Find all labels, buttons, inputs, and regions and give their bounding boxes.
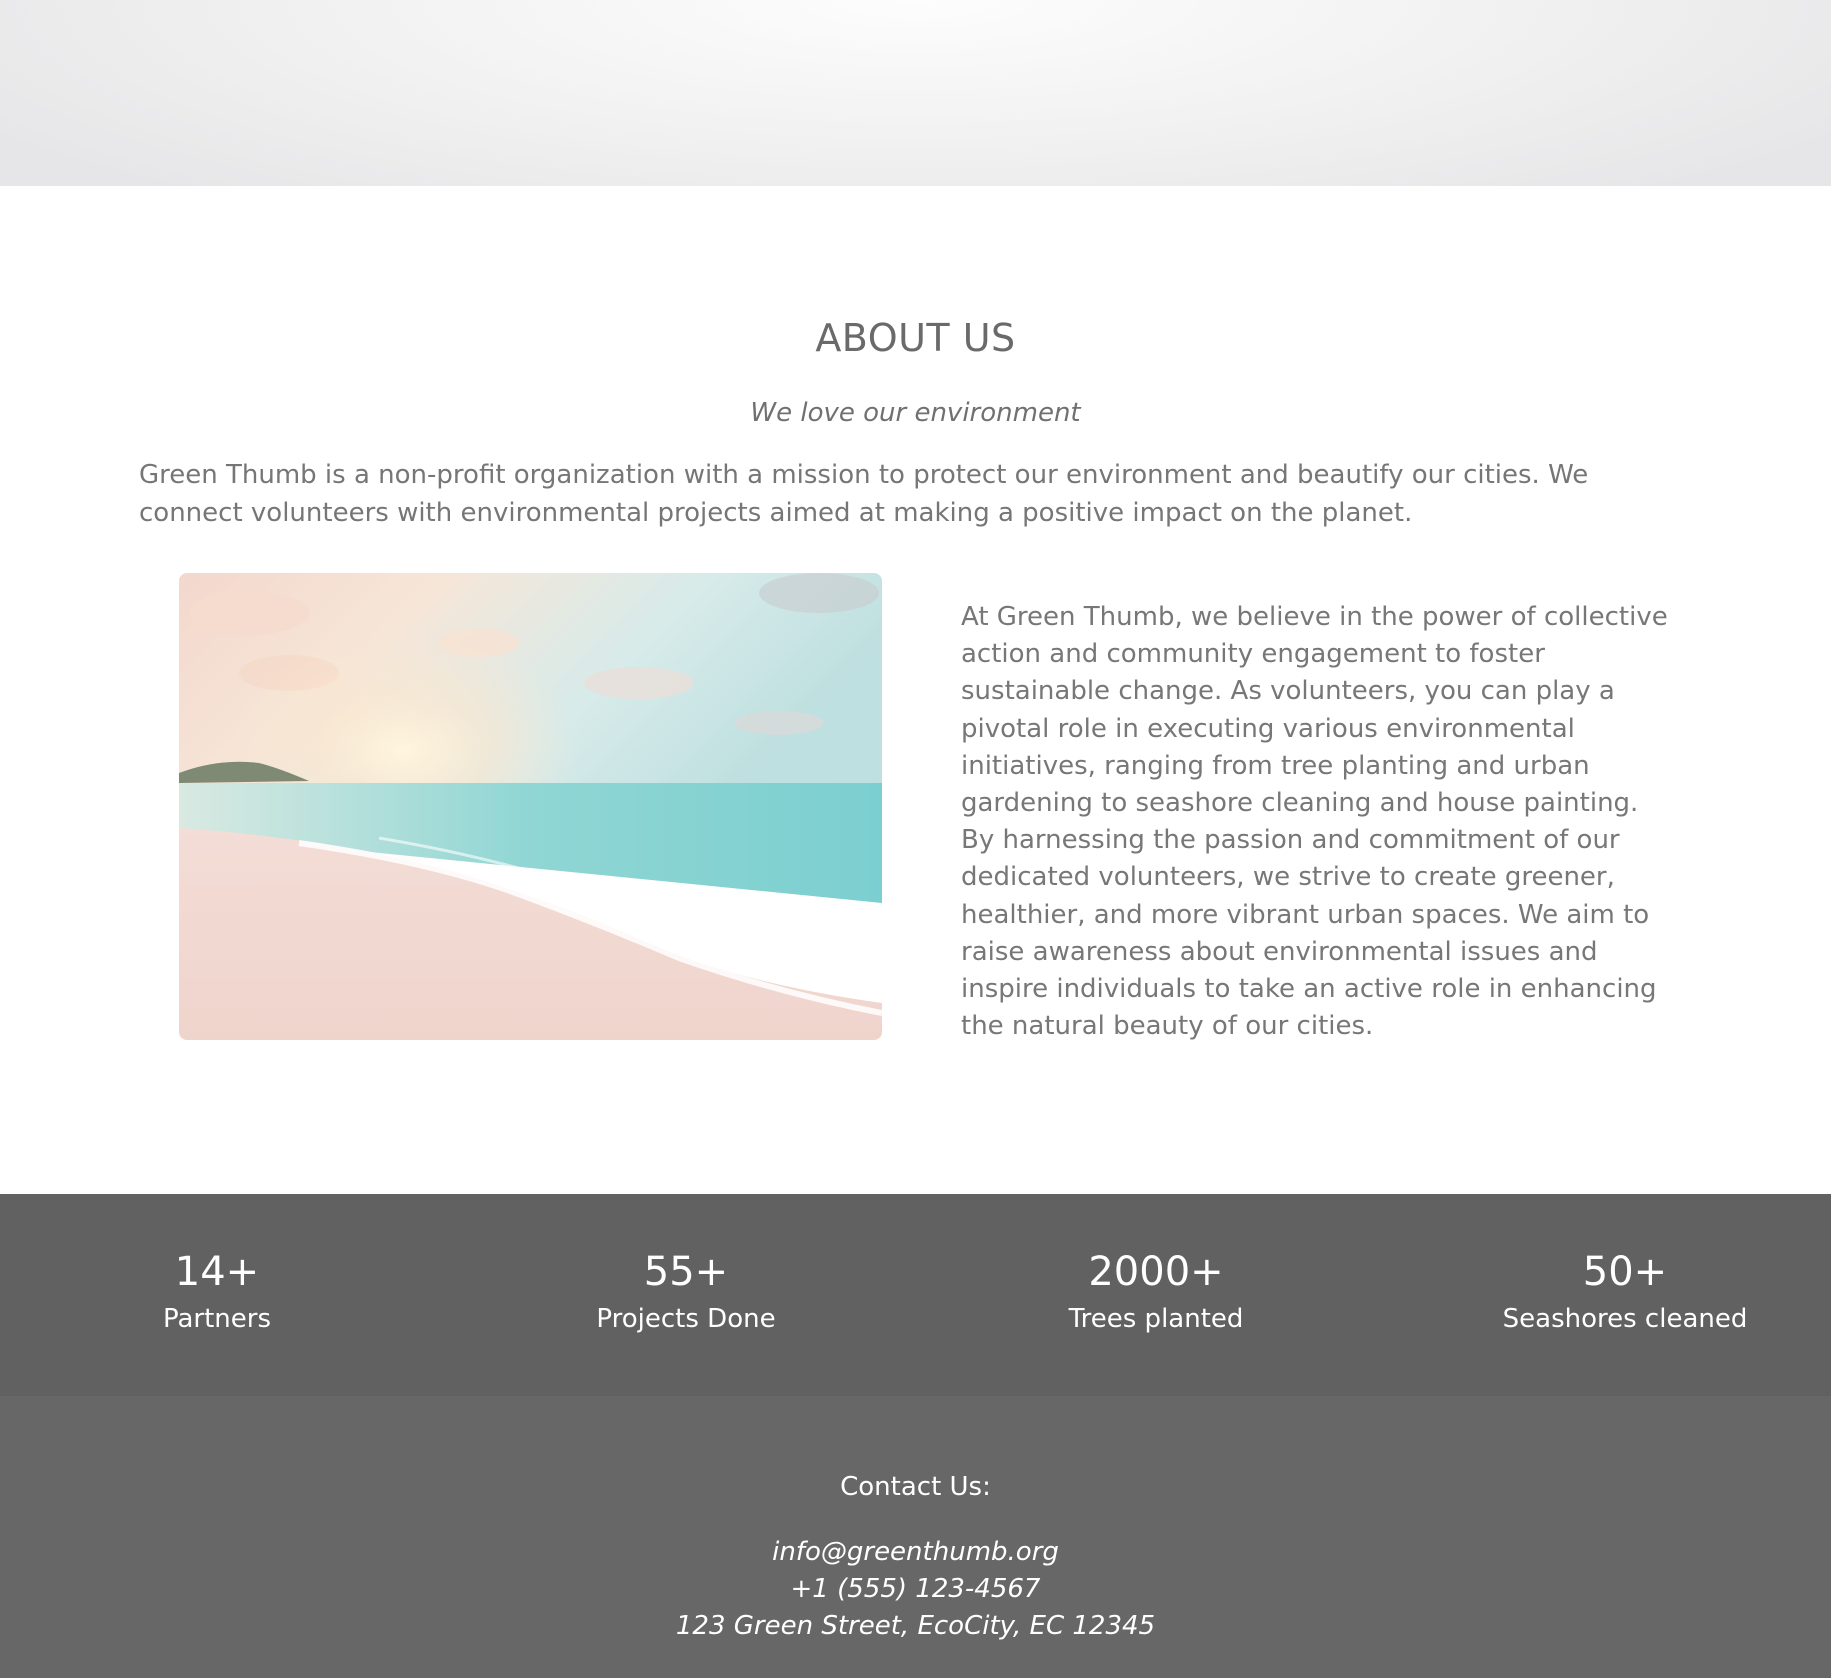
stat-label: Partners — [162, 1304, 272, 1334]
contact-details: info@greenthumb.org +1 (555) 123-4567 12… — [0, 1534, 1831, 1645]
stat-trees-planted: 2000+ Trees planted — [976, 1248, 1336, 1336]
stat-value: 2000+ — [1088, 1249, 1224, 1295]
about-intro-text: Green Thumb is a non-profit organization… — [139, 460, 1589, 528]
stat-projects-done: 55+ Projects Done — [506, 1248, 866, 1336]
about-title: ABOUT US — [815, 316, 1016, 360]
stat-value: 50+ — [1582, 1249, 1668, 1295]
stat-value: 14+ — [174, 1249, 260, 1295]
about-subtitle: We love our environment — [750, 398, 1081, 428]
about-body-text: At Green Thumb, we believe in the power … — [961, 602, 1668, 1042]
contact-address: 123 Green Street, EcoCity, EC 12345 — [675, 1611, 1156, 1641]
stat-label: Trees planted — [1068, 1304, 1244, 1334]
contact-email-link[interactable]: info@greenthumb.org — [772, 1537, 1059, 1567]
stat-label: Projects Done — [596, 1304, 776, 1334]
about-section: ABOUT US We love our environment Green T… — [0, 186, 1831, 1194]
stats-section: 14+ Partners 55+ Projects Done 2000+ Tre… — [0, 1194, 1831, 1396]
stat-value: 55+ — [643, 1249, 729, 1295]
hero-banner — [0, 0, 1831, 186]
beach-sunset-image — [179, 573, 882, 1040]
stat-partners: 14+ Partners — [37, 1248, 397, 1336]
stat-label: Seashores cleaned — [1502, 1304, 1748, 1334]
contact-title: Contact Us: — [840, 1472, 991, 1502]
contact-phone-link[interactable]: +1 (555) 123-4567 — [791, 1574, 1041, 1604]
footer-contact: Contact Us: info@greenthumb.org +1 (555)… — [0, 1396, 1831, 1678]
stat-seashores-cleaned: 50+ Seashores cleaned — [1445, 1248, 1805, 1336]
